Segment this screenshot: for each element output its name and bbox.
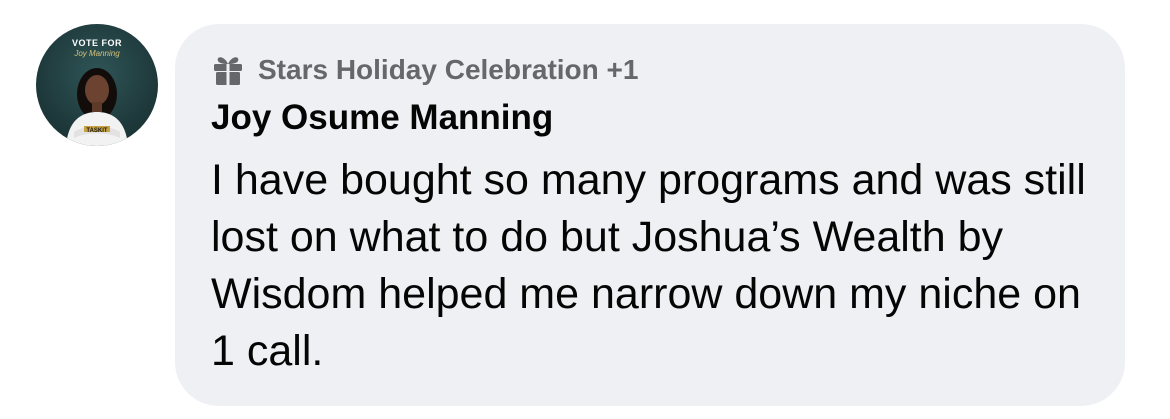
avatar-vote-text: VOTE FOR: [71, 38, 122, 48]
comment-bubble: Stars Holiday Celebration +1 Joy Osume M…: [175, 24, 1125, 406]
avatar-name-text: Joy Manning: [74, 49, 120, 58]
gift-icon: [214, 57, 242, 85]
avatar[interactable]: VOTE FOR Joy Manning TASKIT: [36, 24, 158, 146]
comment-author[interactable]: Joy Osume Manning: [211, 98, 553, 138]
avatar-footer-text: TASKIT: [86, 128, 108, 134]
badge-row[interactable]: Stars Holiday Celebration +1: [211, 52, 638, 88]
badge-label: Stars Holiday Celebration +1: [258, 54, 639, 85]
comment-text: I have bought so many programs and was s…: [211, 156, 1086, 375]
